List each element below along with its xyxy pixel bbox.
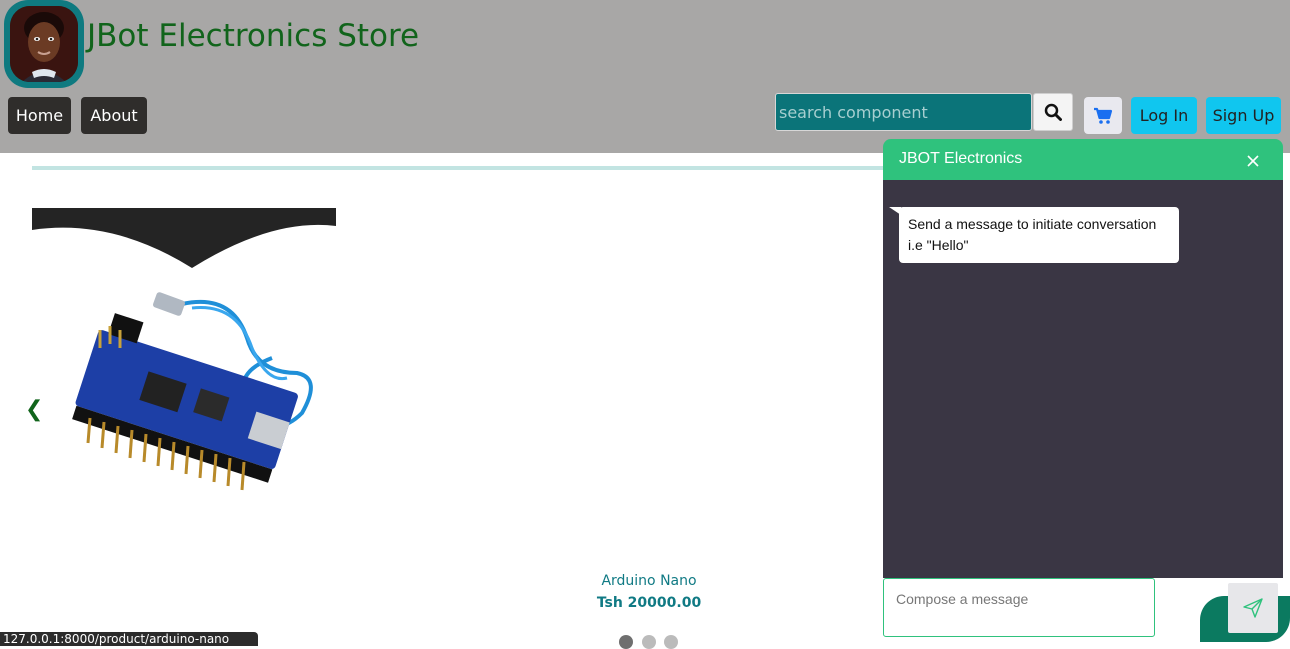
search-input[interactable] — [775, 93, 1032, 131]
chat-header: JBOT Electronics — [883, 139, 1283, 180]
product-price: Tsh 20000.00 — [596, 595, 702, 611]
carousel-dot[interactable] — [642, 635, 656, 649]
chat-title: JBOT Electronics — [899, 150, 1023, 167]
status-url: 127.0.0.1:8000/product/arduino-nano — [0, 632, 258, 646]
nav-about-button[interactable]: About — [81, 97, 147, 134]
section-divider — [32, 166, 892, 170]
nav-home-button[interactable]: Home — [8, 97, 71, 134]
close-icon[interactable] — [1246, 153, 1260, 167]
chat-message: Send a message to initiate conversation … — [899, 207, 1179, 263]
product-name[interactable]: Arduino Nano — [549, 573, 749, 589]
cart-button[interactable] — [1084, 97, 1122, 134]
avatar-icon[interactable] — [4, 0, 84, 88]
login-button[interactable]: Log In — [1131, 97, 1197, 134]
search-icon — [1044, 103, 1062, 121]
chat-compose-input[interactable]: Compose a message — [883, 578, 1155, 637]
chat-widget: JBOT Electronics Send a message to initi… — [883, 139, 1283, 642]
send-button[interactable] — [1228, 583, 1278, 633]
product-image[interactable] — [32, 208, 336, 512]
carousel-prev-button[interactable]: ❮ — [25, 397, 43, 422]
carousel-dot[interactable] — [619, 635, 633, 649]
search-button[interactable] — [1033, 93, 1073, 131]
chat-messages: Send a message to initiate conversation … — [883, 180, 1283, 578]
site-header: JBot Electronics Store Home About Log In… — [0, 0, 1290, 153]
send-icon — [1243, 598, 1263, 618]
carousel-dot[interactable] — [664, 635, 678, 649]
store-title[interactable]: JBot Electronics Store — [87, 18, 419, 54]
cart-icon — [1094, 107, 1113, 124]
signup-button[interactable]: Sign Up — [1206, 97, 1281, 134]
